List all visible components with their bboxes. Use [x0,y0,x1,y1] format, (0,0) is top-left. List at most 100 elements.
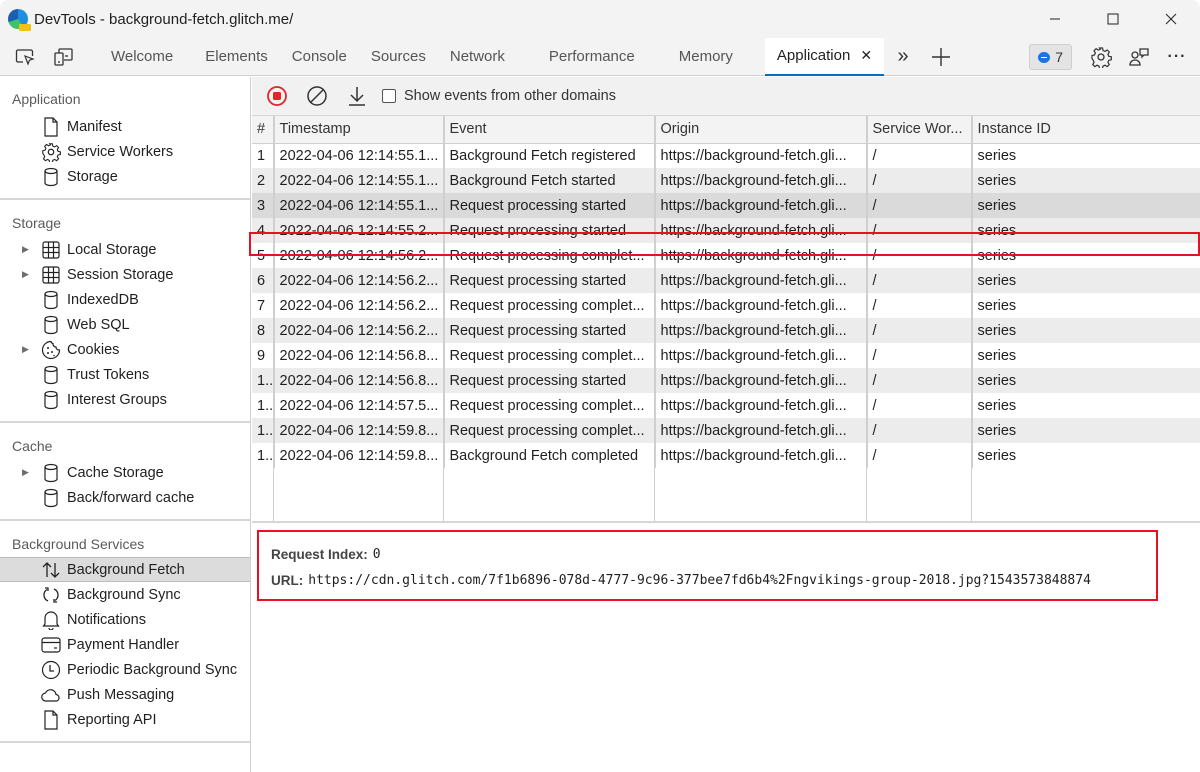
close-tab-icon[interactable]: ✕ [860,47,872,64]
show-other-domains-checkbox[interactable] [382,89,396,103]
cell-origin: https://background-fetch.gli... [655,193,868,218]
sidebar-item-notifications[interactable]: Notifications [0,607,250,632]
clear-button[interactable] [302,81,332,111]
sidebar-item-cookies[interactable]: ▶ Cookies [0,337,250,362]
cell-event: Request processing complet... [444,243,656,268]
sidebar-item-trust-tokens[interactable]: Trust Tokens [0,362,250,387]
tab-performance[interactable]: Performance [537,38,647,76]
sidebar-item-cache-storage[interactable]: ▶ Cache Storage [0,460,250,485]
add-tab-button[interactable] [922,38,960,76]
sidebar-section-cache: Cache ▶ Cache Storage Back/forward cache [0,423,250,521]
cell-service-worker: / [867,393,973,418]
more-options-button[interactable]: ··· [1158,38,1196,76]
table-row[interactable]: 1.. 2022-04-06 12:14:59.8... Request proce… [252,418,1200,443]
device-emulation-button[interactable] [44,38,82,76]
save-events-button[interactable] [342,81,372,111]
table-row[interactable]: 3 2022-04-06 12:14:55.1... Request process… [252,193,1200,218]
sidebar-item-label: Trust Tokens [67,366,150,383]
table-row[interactable]: 5 2022-04-06 12:14:56.2... Request process… [252,243,1200,268]
table-row[interactable]: 7 2022-04-06 12:14:56.2... Request process… [252,293,1200,318]
sidebar-item-payment-handler[interactable]: Payment Handler [0,632,250,657]
cell-event: Request processing complet... [444,393,656,418]
minimize-button[interactable] [1026,0,1084,38]
record-button[interactable] [262,81,292,111]
cell-timestamp: 2022-04-06 12:14:55.1... [274,193,445,218]
tab-label: Network [449,48,505,65]
cell-origin: https://background-fetch.gli... [655,243,868,268]
table-row[interactable]: 6 2022-04-06 12:14:56.2... Request process… [252,268,1200,293]
cell-index: 5 [252,243,275,268]
cell-origin: https://background-fetch.gli... [655,168,868,193]
expand-arrow-icon[interactable]: ▶ [22,269,40,280]
sidebar-item-interest-groups[interactable]: Interest Groups [0,387,250,412]
sidebar-item-web-sql[interactable]: Web SQL [0,312,250,337]
column-header-index[interactable]: # [252,116,275,144]
tab-console[interactable]: Console [280,38,359,76]
grid-icon [40,240,62,260]
tab-welcome[interactable]: Welcome [99,38,185,76]
sidebar-item-back-forward-cache[interactable]: Back/forward cache [0,485,250,510]
tab-sources[interactable]: Sources [359,38,438,76]
cell-event: Request processing complet... [444,293,656,318]
sidebar-item-label: Back/forward cache [67,489,195,506]
cell-timestamp: 2022-04-06 12:14:56.8... [274,343,445,368]
cell-index: 8 [252,318,275,343]
cell-origin: https://background-fetch.gli... [655,443,868,468]
send-feedback-button[interactable] [1120,38,1158,76]
cell-origin: https://background-fetch.gli... [655,418,868,443]
expand-arrow-icon[interactable]: ▶ [22,344,40,355]
table-row[interactable]: 4 2022-04-06 12:14:55.2... Request process… [252,218,1200,243]
sidebar-item-background-sync[interactable]: Background Sync [0,582,250,607]
sidebar-item-label: Push Messaging [67,686,175,703]
sidebar-item-label: Cache Storage [67,464,164,481]
table-row[interactable]: 1.. 2022-04-06 12:14:57.5... Request proce… [252,393,1200,418]
sidebar-item-reporting-api[interactable]: Reporting API [0,707,250,732]
edge-devtools-logo-icon [8,9,31,31]
expand-arrow-icon[interactable]: ▶ [22,244,40,255]
settings-button[interactable] [1082,38,1120,76]
url-row: URL: https://cdn.glitch.com/7f1b6896-078… [271,567,1144,593]
table-row[interactable]: 1 2022-04-06 12:14:55.1... Background Fetc… [252,143,1200,168]
sidebar-item-background-fetch[interactable]: Background Fetch [0,557,250,582]
tab-network[interactable]: Network [438,38,517,76]
show-other-domains-label[interactable]: Show events from other domains [404,88,616,104]
column-header-event[interactable]: Event [444,116,656,144]
sidebar-item-local-storage[interactable]: ▶ Local Storage [0,237,250,262]
column-header-origin[interactable]: Origin [655,116,868,144]
sidebar-item-session-storage[interactable]: ▶ Session Storage [0,262,250,287]
column-header-instance-id[interactable]: Instance ID [972,116,1200,144]
sidebar-item-periodic-background-sync[interactable]: Periodic Background Sync [0,657,250,682]
expand-arrow-icon[interactable]: ▶ [22,467,40,478]
table-row[interactable]: 1.. 2022-04-06 12:14:59.8... Background Fe… [252,443,1200,468]
inspect-element-button[interactable] [6,38,44,76]
close-window-button[interactable] [1142,0,1200,38]
column-header-service-worker[interactable]: Service Wor... [867,116,973,144]
sidebar-item-service-workers[interactable]: Service Workers [0,139,250,164]
sidebar-item-indexeddb[interactable]: IndexedDB [0,287,250,312]
tab-memory[interactable]: Memory [667,38,745,76]
sidebar-item-push-messaging[interactable]: Push Messaging [0,682,250,707]
sidebar-item-manifest[interactable]: Manifest [0,114,250,139]
tab-application[interactable]: Application ✕ [764,37,885,76]
cell-index: 1.. [252,418,275,443]
sidebar-item-label: Service Workers [67,143,174,160]
cell-instance-id: series [972,368,1200,393]
cell-index: 1.. [252,393,275,418]
table-row[interactable]: 8 2022-04-06 12:14:56.2... Request process… [252,318,1200,343]
window-title: DevTools - background-fetch.glitch.me/ [34,10,294,28]
cell-index: 3 [252,193,275,218]
cell-service-worker: / [867,143,973,168]
table-row[interactable]: 9 2022-04-06 12:14:56.8... Request process… [252,343,1200,368]
maximize-button[interactable] [1084,0,1142,38]
sidebar-item-storage[interactable]: Storage [0,164,250,189]
column-header-timestamp[interactable]: Timestamp [274,116,445,144]
request-index-label: Request Index: [271,546,368,562]
cell-timestamp: 2022-04-06 12:14:55.1... [274,168,445,193]
table-row[interactable]: 2 2022-04-06 12:14:55.1... Background Fetc… [252,168,1200,193]
cell-service-worker: / [867,443,973,468]
issues-counter-button[interactable]: 7 [1029,44,1072,70]
tab-elements[interactable]: Elements [193,38,280,76]
table-row[interactable]: 1.. 2022-04-06 12:14:56.8... Request proce… [252,368,1200,393]
more-tabs-button[interactable]: » [884,38,922,76]
cell-service-worker: / [867,268,973,293]
